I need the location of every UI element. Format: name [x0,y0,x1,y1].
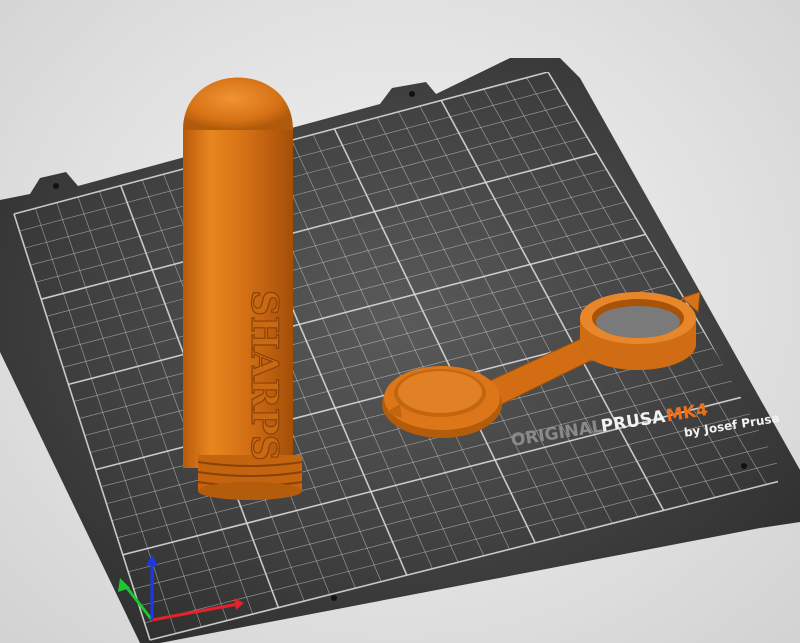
sharps-container-tube[interactable]: SHARPS [183,77,303,501]
tube-embossed-text: SHARPS [243,290,285,461]
3d-viewport[interactable]: ORIGINAL PRUSA MK4 by Josef Prusa SHARPS [0,0,800,643]
